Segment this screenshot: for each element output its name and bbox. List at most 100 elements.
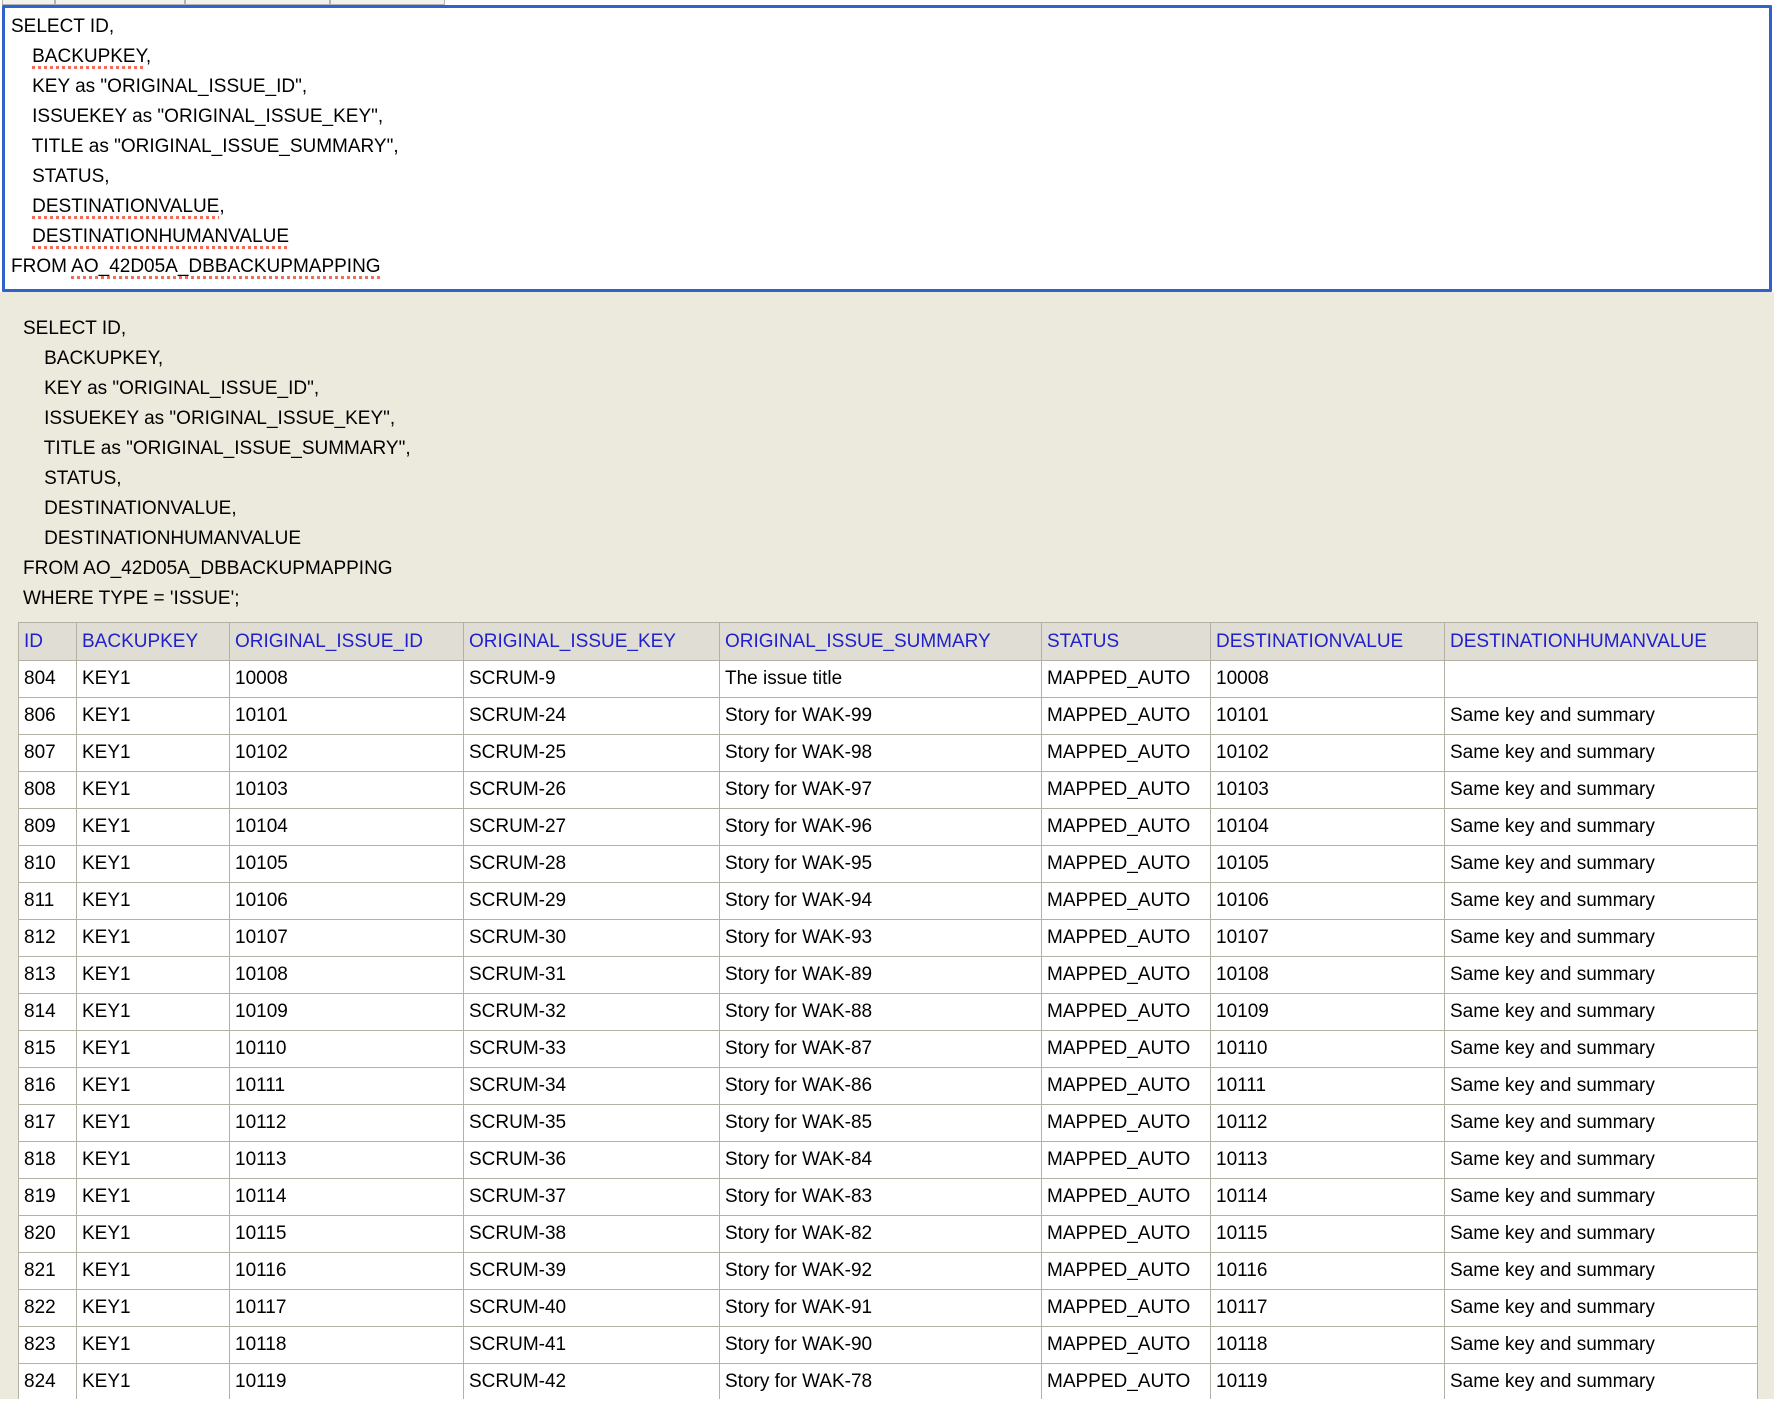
- cell-backupkey: KEY1: [77, 883, 230, 920]
- cell-original_issue_key: SCRUM-27: [464, 809, 720, 846]
- results-table: IDBACKUPKEYORIGINAL_ISSUE_IDORIGINAL_ISS…: [18, 622, 1758, 1399]
- cell-backupkey: KEY1: [77, 1142, 230, 1179]
- column-header-original_issue_summary[interactable]: ORIGINAL_ISSUE_SUMMARY: [720, 623, 1042, 661]
- table-row: 809KEY110104SCRUM-27Story for WAK-96MAPP…: [19, 809, 1758, 846]
- column-header-destinationvalue[interactable]: DESTINATIONVALUE: [1211, 623, 1445, 661]
- cell-original_issue_summary: Story for WAK-97: [720, 772, 1042, 809]
- cell-status: MAPPED_AUTO: [1042, 920, 1211, 957]
- cell-status: MAPPED_AUTO: [1042, 1290, 1211, 1327]
- column-header-id[interactable]: ID: [19, 623, 77, 661]
- cell-status: MAPPED_AUTO: [1042, 846, 1211, 883]
- sql-editor-line: KEY as "ORIGINAL_ISSUE_ID",: [11, 72, 1763, 102]
- cell-status: MAPPED_AUTO: [1042, 772, 1211, 809]
- cell-destinationhumanvalue: Same key and summary: [1445, 698, 1758, 735]
- table-row: 819KEY110114SCRUM-37Story for WAK-83MAPP…: [19, 1179, 1758, 1216]
- cell-original_issue_key: SCRUM-33: [464, 1031, 720, 1068]
- cell-original_issue_summary: Story for WAK-87: [720, 1031, 1042, 1068]
- cell-backupkey: KEY1: [77, 1031, 230, 1068]
- cell-destinationvalue: 10107: [1211, 920, 1445, 957]
- cell-status: MAPPED_AUTO: [1042, 957, 1211, 994]
- cell-original_issue_summary: Story for WAK-91: [720, 1290, 1042, 1327]
- cell-destinationhumanvalue: Same key and summary: [1445, 994, 1758, 1031]
- cell-original_issue_key: SCRUM-40: [464, 1290, 720, 1327]
- cell-backupkey: KEY1: [77, 846, 230, 883]
- cell-destinationhumanvalue: Same key and summary: [1445, 1216, 1758, 1253]
- table-row: 818KEY110113SCRUM-36Story for WAK-84MAPP…: [19, 1142, 1758, 1179]
- column-header-destinationhumanvalue[interactable]: DESTINATIONHUMANVALUE: [1445, 623, 1758, 661]
- column-header-original_issue_id[interactable]: ORIGINAL_ISSUE_ID: [230, 623, 464, 661]
- results-table-header-row: IDBACKUPKEYORIGINAL_ISSUE_IDORIGINAL_ISS…: [19, 623, 1758, 661]
- cell-original_issue_id: 10112: [230, 1105, 464, 1142]
- table-row: 815KEY110110SCRUM-33Story for WAK-87MAPP…: [19, 1031, 1758, 1068]
- cell-status: MAPPED_AUTO: [1042, 698, 1211, 735]
- sql-statement-input[interactable]: SELECT ID, BACKUPKEY, KEY as "ORIGINAL_I…: [2, 5, 1772, 292]
- table-row: 814KEY110109SCRUM-32Story for WAK-88MAPP…: [19, 994, 1758, 1031]
- cell-destinationhumanvalue: Same key and summary: [1445, 1364, 1758, 1400]
- cell-id: 821: [19, 1253, 77, 1290]
- cell-destinationvalue: 10116: [1211, 1253, 1445, 1290]
- misspelled-word: BACKUPKEY: [32, 46, 146, 67]
- cell-backupkey: KEY1: [77, 957, 230, 994]
- cell-original_issue_id: 10105: [230, 846, 464, 883]
- cell-backupkey: KEY1: [77, 1179, 230, 1216]
- cell-original_issue_key: SCRUM-39: [464, 1253, 720, 1290]
- cell-destinationvalue: 10113: [1211, 1142, 1445, 1179]
- cell-id: 804: [19, 661, 77, 698]
- cell-id: 824: [19, 1364, 77, 1400]
- cell-original_issue_key: SCRUM-36: [464, 1142, 720, 1179]
- cell-original_issue_key: SCRUM-26: [464, 772, 720, 809]
- column-header-status[interactable]: STATUS: [1042, 623, 1211, 661]
- table-row: 820KEY110115SCRUM-38Story for WAK-82MAPP…: [19, 1216, 1758, 1253]
- cell-backupkey: KEY1: [77, 994, 230, 1031]
- cell-original_issue_id: 10103: [230, 772, 464, 809]
- cell-status: MAPPED_AUTO: [1042, 809, 1211, 846]
- cell-status: MAPPED_AUTO: [1042, 1068, 1211, 1105]
- cell-status: MAPPED_AUTO: [1042, 1105, 1211, 1142]
- executed-sql-line: KEY as "ORIGINAL_ISSUE_ID",: [23, 374, 1774, 404]
- cell-id: 823: [19, 1327, 77, 1364]
- cell-original_issue_id: 10102: [230, 735, 464, 772]
- executed-sql-line: WHERE TYPE = 'ISSUE';: [23, 584, 1774, 614]
- column-header-original_issue_key[interactable]: ORIGINAL_ISSUE_KEY: [464, 623, 720, 661]
- cell-backupkey: KEY1: [77, 1068, 230, 1105]
- cell-original_issue_key: SCRUM-35: [464, 1105, 720, 1142]
- cell-backupkey: KEY1: [77, 1105, 230, 1142]
- cell-original_issue_id: 10117: [230, 1290, 464, 1327]
- cell-destinationvalue: 10104: [1211, 809, 1445, 846]
- cell-status: MAPPED_AUTO: [1042, 1031, 1211, 1068]
- cell-original_issue_id: 10113: [230, 1142, 464, 1179]
- sql-editor-line: DESTINATIONHUMANVALUE: [11, 222, 1763, 252]
- cell-original_issue_summary: The issue title: [720, 661, 1042, 698]
- cell-backupkey: KEY1: [77, 661, 230, 698]
- cell-status: MAPPED_AUTO: [1042, 1253, 1211, 1290]
- cell-destinationvalue: 10115: [1211, 1216, 1445, 1253]
- table-row: 807KEY110102SCRUM-25Story for WAK-98MAPP…: [19, 735, 1758, 772]
- cell-status: MAPPED_AUTO: [1042, 735, 1211, 772]
- cell-backupkey: KEY1: [77, 1364, 230, 1400]
- cell-original_issue_summary: Story for WAK-98: [720, 735, 1042, 772]
- cell-destinationhumanvalue: Same key and summary: [1445, 1327, 1758, 1364]
- cell-destinationhumanvalue: Same key and summary: [1445, 1105, 1758, 1142]
- cell-id: 813: [19, 957, 77, 994]
- cell-original_issue_id: 10101: [230, 698, 464, 735]
- cell-original_issue_summary: Story for WAK-93: [720, 920, 1042, 957]
- executed-sql-line: TITLE as "ORIGINAL_ISSUE_SUMMARY",: [23, 434, 1774, 464]
- table-row: 810KEY110105SCRUM-28Story for WAK-95MAPP…: [19, 846, 1758, 883]
- cell-original_issue_id: 10110: [230, 1031, 464, 1068]
- cell-original_issue_summary: Story for WAK-96: [720, 809, 1042, 846]
- cell-destinationvalue: 10103: [1211, 772, 1445, 809]
- cell-destinationvalue: 10111: [1211, 1068, 1445, 1105]
- executed-sql-line: ISSUEKEY as "ORIGINAL_ISSUE_KEY",: [23, 404, 1774, 434]
- cell-original_issue_summary: Story for WAK-89: [720, 957, 1042, 994]
- table-row: 808KEY110103SCRUM-26Story for WAK-97MAPP…: [19, 772, 1758, 809]
- cell-original_issue_id: 10115: [230, 1216, 464, 1253]
- cell-status: MAPPED_AUTO: [1042, 883, 1211, 920]
- cell-id: 811: [19, 883, 77, 920]
- cell-backupkey: KEY1: [77, 1216, 230, 1253]
- column-header-backupkey[interactable]: BACKUPKEY: [77, 623, 230, 661]
- cell-original_issue_summary: Story for WAK-88: [720, 994, 1042, 1031]
- cell-id: 818: [19, 1142, 77, 1179]
- sql-editor-line: STATUS,: [11, 162, 1763, 192]
- cell-backupkey: KEY1: [77, 920, 230, 957]
- cell-original_issue_summary: Story for WAK-83: [720, 1179, 1042, 1216]
